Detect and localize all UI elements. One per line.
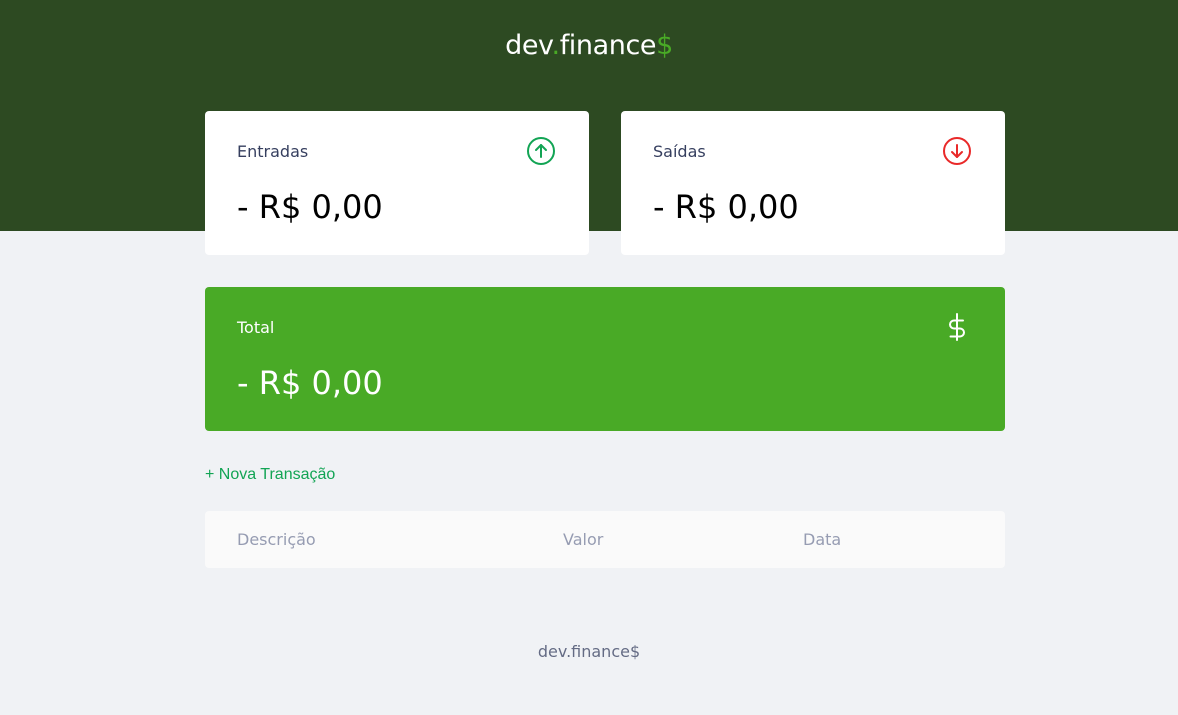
column-header-date: Data <box>803 530 842 549</box>
income-card: Entradas - R$ 0,00 <box>205 111 589 255</box>
dollar-icon <box>949 313 965 341</box>
app-logo: dev.finance$ <box>0 28 1178 64</box>
income-label: Entradas <box>237 142 309 161</box>
column-header-description: Descrição <box>237 530 316 549</box>
transactions-table-header: Descrição Valor Data <box>205 511 1005 568</box>
logo-dollar-symbol: $ <box>656 30 673 61</box>
expense-value: - R$ 0,00 <box>653 188 799 226</box>
total-value: - R$ 0,00 <box>237 364 383 402</box>
logo-main-text: dev <box>505 30 552 61</box>
total-card: Total - R$ 0,00 <box>205 287 1005 431</box>
expense-label: Saídas <box>653 142 706 161</box>
expense-card: Saídas - R$ 0,00 <box>621 111 1005 255</box>
new-transaction-button[interactable]: + Nova Transação <box>205 465 335 485</box>
logo-dot: . <box>551 30 561 61</box>
arrow-up-circle-icon <box>527 137 555 165</box>
income-value: - R$ 0,00 <box>237 188 383 226</box>
arrow-down-circle-icon <box>943 137 971 165</box>
column-header-value: Valor <box>563 530 604 549</box>
logo-word-text: finance <box>559 30 657 61</box>
footer-text: dev.finance$ <box>537 642 641 661</box>
total-label: Total <box>237 318 275 337</box>
